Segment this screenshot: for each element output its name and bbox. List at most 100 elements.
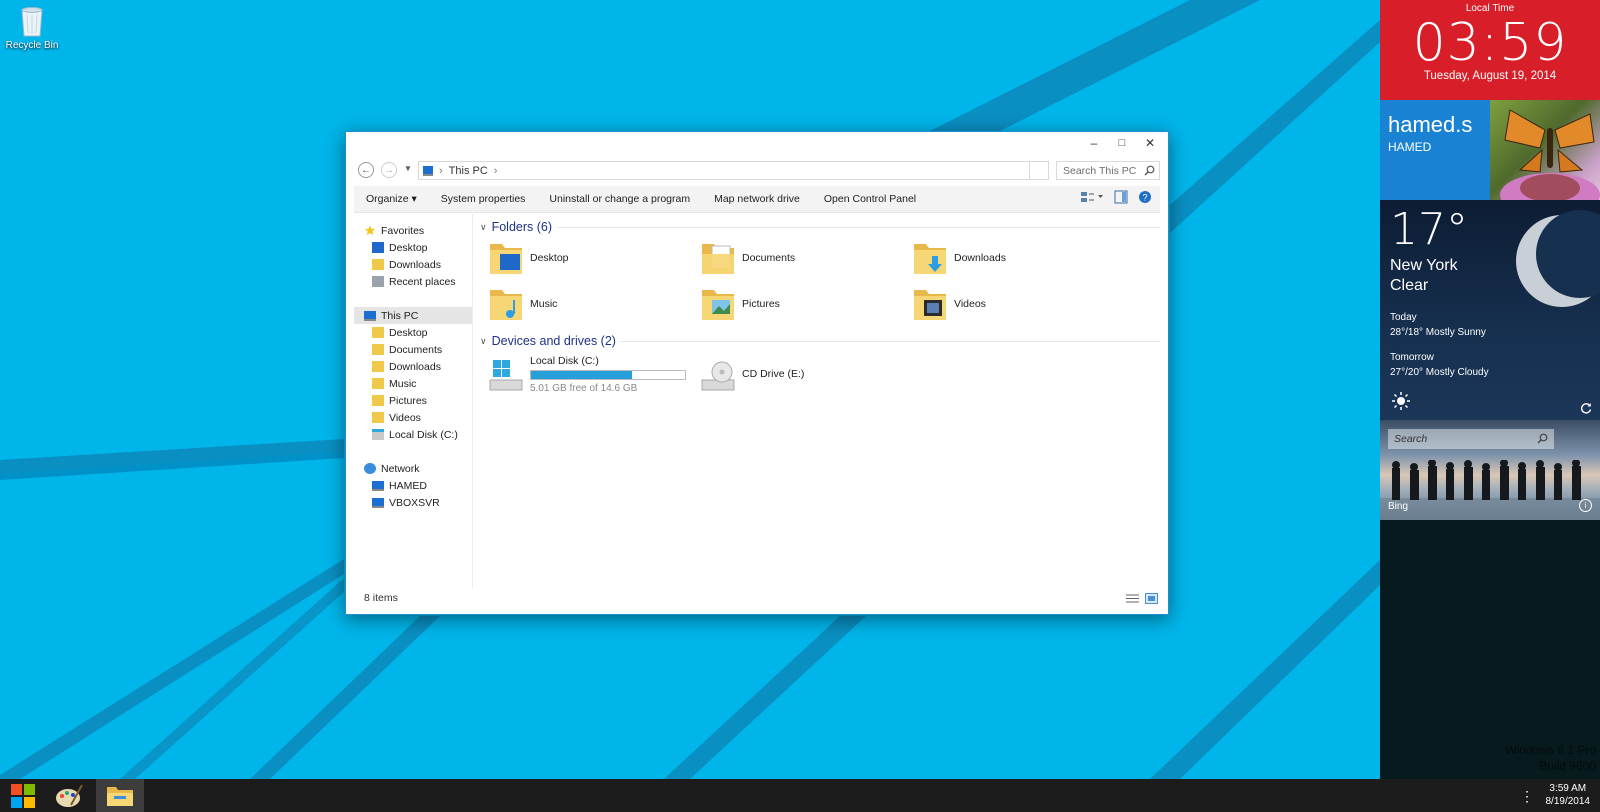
- bing-search-input[interactable]: Search: [1388, 429, 1554, 449]
- nav-favorites-label: Favorites: [381, 224, 425, 237]
- taskbar-clock[interactable]: 3:59 AM 8/19/2014: [1546, 782, 1591, 808]
- forecast-tomorrow: 27°/20° Mostly Cloudy: [1390, 367, 1489, 378]
- computer-icon: [372, 497, 384, 508]
- folder-tile-desktop[interactable]: Desktop: [488, 238, 688, 278]
- windows-logo-icon: [11, 783, 35, 808]
- nav-pc-desktop[interactable]: Desktop: [372, 324, 428, 341]
- search-box[interactable]: Search This PC: [1056, 161, 1160, 180]
- folders-group-header[interactable]: ∨ Folders (6): [480, 218, 1160, 236]
- folder-tile-music[interactable]: Music: [488, 284, 688, 324]
- documents-folder-icon: [372, 344, 384, 355]
- local-disk-usage-bar: [530, 369, 686, 380]
- folder-tile-pictures[interactable]: Pictures: [700, 284, 900, 324]
- taskbar-paint-app[interactable]: [46, 779, 92, 812]
- title-bar[interactable]: – □ ✕: [346, 132, 1168, 156]
- breadcrumb-chevron-icon[interactable]: ›: [494, 165, 498, 177]
- nav-pc-local-disk[interactable]: Local Disk (C:): [372, 426, 458, 443]
- uninstall-program-button[interactable]: Uninstall or change a program: [537, 193, 702, 205]
- folder-tile-videos[interactable]: Videos: [912, 284, 1112, 324]
- nav-net-vboxsvr-label: VBOXSVR: [389, 496, 440, 509]
- info-icon[interactable]: i: [1579, 499, 1592, 512]
- taskbar-file-explorer[interactable]: [96, 779, 144, 812]
- nav-net-hamed[interactable]: HAMED: [372, 477, 427, 494]
- minimize-button[interactable]: –: [1080, 132, 1108, 154]
- map-network-drive-button[interactable]: Map network drive: [702, 193, 812, 205]
- people-silhouette-image: [1380, 460, 1600, 520]
- open-control-panel-button[interactable]: Open Control Panel: [812, 193, 928, 205]
- back-button[interactable]: ←: [358, 162, 374, 178]
- devices-group-header[interactable]: ∨ Devices and drives (2): [480, 332, 1160, 350]
- drive-tile-cd-drive[interactable]: CD Drive (E:): [700, 352, 900, 396]
- forecast-today: 28°/18° Mostly Sunny: [1390, 327, 1486, 338]
- nav-pc-pictures[interactable]: Pictures: [372, 392, 427, 409]
- documents-folder-icon: [702, 244, 734, 274]
- forward-button[interactable]: →: [381, 162, 397, 178]
- devices-group-label: Devices and drives (2): [491, 334, 616, 348]
- folder-label: Videos: [954, 298, 986, 310]
- local-disk-name: Local Disk (C:): [530, 354, 599, 367]
- nav-fav-desktop[interactable]: Desktop: [372, 239, 428, 256]
- drive-tile-local-disk[interactable]: Local Disk (C:) 5.01 GB free of 14.6 GB: [488, 352, 698, 396]
- folder-tile-documents[interactable]: Documents: [700, 238, 900, 278]
- address-bar[interactable]: › This PC ›: [418, 161, 1049, 180]
- start-button[interactable]: [0, 779, 46, 812]
- user-name: hamed.s: [1388, 112, 1473, 137]
- preview-pane-icon[interactable]: [1114, 190, 1128, 204]
- large-icons-view-icon[interactable]: [1145, 593, 1158, 604]
- nav-network[interactable]: Network: [364, 460, 420, 477]
- organize-menu[interactable]: Organize ▾: [354, 193, 429, 205]
- nav-pc-music[interactable]: Music: [372, 375, 416, 392]
- recent-locations-button[interactable]: ▼: [404, 164, 412, 173]
- refresh-button[interactable]: [1029, 161, 1049, 180]
- nav-pc-documents[interactable]: Documents: [372, 341, 442, 358]
- forward-arrow-icon: →: [384, 164, 394, 176]
- command-bar: Organize ▾ System properties Uninstall o…: [354, 186, 1160, 213]
- content-pane: ∨ Folders (6) Desktop Documents Download…: [480, 214, 1160, 588]
- back-arrow-icon: ←: [361, 164, 371, 176]
- nav-net-vboxsvr[interactable]: VBOXSVR: [372, 494, 440, 511]
- nav-favorites[interactable]: Favorites: [364, 222, 424, 239]
- navigation-pane: Favorites Desktop Downloads Recent place…: [354, 214, 473, 588]
- nav-fav-recent[interactable]: Recent places: [372, 273, 456, 290]
- paint-palette-icon: [56, 784, 83, 807]
- videos-folder-icon: [372, 412, 384, 423]
- folder-label: Downloads: [954, 252, 1006, 264]
- tray-overflow-icon[interactable]: ⋮: [1520, 788, 1534, 805]
- refresh-icon[interactable]: [1580, 402, 1592, 414]
- desktop-icon: [372, 242, 384, 253]
- maximize-button[interactable]: □: [1108, 132, 1136, 154]
- gadget-sidebar: Local Time 03:59 Tuesday, August 19, 201…: [1380, 0, 1600, 779]
- clock-tile[interactable]: Local Time 03:59 Tuesday, August 19, 201…: [1380, 0, 1600, 100]
- weather-tile[interactable]: 17° New York Clear Today 28°/18° Mostly …: [1380, 200, 1600, 420]
- folder-label: Pictures: [742, 298, 780, 310]
- local-disk-info: Local Disk (C:) 5.01 GB free of 14.6 GB: [530, 355, 686, 394]
- system-properties-button[interactable]: System properties: [429, 193, 538, 205]
- user-tile[interactable]: hamed.s HAMED: [1380, 100, 1600, 200]
- network-icon: [364, 463, 376, 474]
- details-view-icon[interactable]: [1126, 593, 1139, 604]
- nav-pc-videos[interactable]: Videos: [372, 409, 421, 426]
- search-icon[interactable]: [1537, 433, 1548, 444]
- nav-pc-documents-label: Documents: [389, 343, 443, 356]
- folder-label: Desktop: [530, 252, 569, 264]
- videos-folder-icon: [914, 290, 946, 320]
- status-item-count: 8 items: [364, 592, 398, 604]
- nav-fav-recent-label: Recent places: [389, 275, 456, 288]
- clock-label: Local Time: [1465, 3, 1515, 14]
- close-button[interactable]: ✕: [1136, 132, 1164, 154]
- folder-tile-downloads[interactable]: Downloads: [912, 238, 1112, 278]
- nav-this-pc[interactable]: This PC: [354, 307, 472, 324]
- nav-pc-downloads[interactable]: Downloads: [372, 358, 441, 375]
- help-icon[interactable]: ?: [1138, 190, 1152, 204]
- recycle-bin-desktop-icon[interactable]: Recycle Bin: [4, 4, 60, 51]
- search-icon: [1144, 165, 1155, 176]
- nav-network-label: Network: [381, 462, 420, 475]
- breadcrumb-this-pc[interactable]: This PC: [449, 165, 488, 177]
- folder-label: Documents: [742, 252, 796, 264]
- pictures-folder-icon: [702, 290, 734, 320]
- nav-fav-downloads-label: Downloads: [389, 258, 441, 271]
- sun-icon: [1392, 392, 1410, 410]
- nav-fav-downloads[interactable]: Downloads: [372, 256, 441, 273]
- search-placeholder: Search This PC: [1063, 164, 1137, 177]
- change-view-icon[interactable]: [1080, 190, 1104, 204]
